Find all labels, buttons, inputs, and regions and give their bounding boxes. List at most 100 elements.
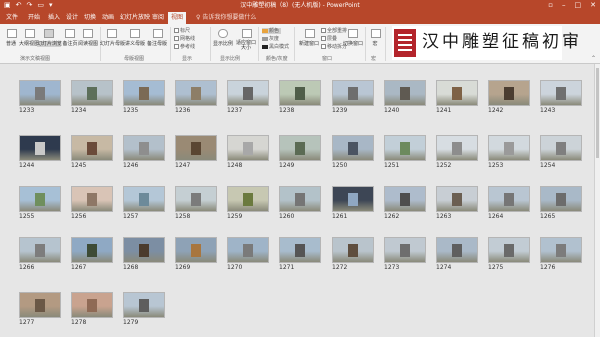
slide-thumbnail[interactable]: 1240: [384, 80, 426, 114]
slide-thumbnail[interactable]: 1272: [332, 237, 374, 271]
handout-master-button[interactable]: 讲义母版: [124, 41, 146, 47]
slide-thumbnail[interactable]: 1263: [436, 186, 478, 220]
slide-thumbnail[interactable]: 1261: [332, 186, 374, 220]
slide-preview-image: [384, 135, 426, 161]
slide-preview-image: [227, 135, 269, 161]
slide-thumbnail[interactable]: 1251: [384, 135, 426, 169]
black-white-button[interactable]: 黑白模式: [262, 44, 289, 50]
slide-thumbnail[interactable]: 1270: [227, 237, 269, 271]
slide-sorter-button[interactable]: 幻灯片浏览: [37, 41, 62, 47]
slide-thumbnail[interactable]: 1256: [71, 186, 113, 220]
sculpture-shape: [400, 142, 410, 155]
slide-number: 1275: [488, 264, 504, 271]
slide-thumbnail[interactable]: 1252: [436, 135, 478, 169]
slide-thumbnail[interactable]: 1250: [332, 135, 374, 169]
slide-thumbnail[interactable]: 1258: [175, 186, 217, 220]
slide-thumbnail[interactable]: 1253: [488, 135, 530, 169]
guides-checkbox[interactable]: 参考线: [174, 44, 195, 50]
sculpture-shape: [348, 193, 358, 206]
reading-view-button[interactable]: 阅读视图: [77, 41, 99, 47]
slide-number: 1250: [332, 162, 348, 169]
slide-thumbnail[interactable]: 1271: [279, 237, 321, 271]
slide-thumbnail[interactable]: 1278: [71, 292, 113, 326]
slide-preview-image: [123, 292, 165, 318]
slide-thumbnail[interactable]: 1254: [540, 135, 582, 169]
slide-number: 1270: [227, 264, 243, 271]
slide-thumbnail[interactable]: 1248: [227, 135, 269, 169]
slide-number: 1244: [19, 162, 35, 169]
gridlines-checkbox[interactable]: 网格线: [174, 36, 195, 42]
slide-thumbnail[interactable]: 1245: [71, 135, 113, 169]
scrollbar-thumb[interactable]: [596, 68, 599, 158]
slide-thumbnail[interactable]: 1246: [123, 135, 165, 169]
slide-thumbnail[interactable]: 1269: [175, 237, 217, 271]
close-icon[interactable]: ✕: [590, 1, 596, 10]
slide-thumbnail[interactable]: 1277: [19, 292, 61, 326]
slide-number: 1262: [384, 213, 400, 220]
tell-me-search[interactable]: ♀ 告诉我你想要做什么: [196, 13, 256, 22]
slide-preview-image: [71, 135, 113, 161]
tab-slideshow[interactable]: 幻灯片放映: [120, 13, 150, 22]
slide-thumbnail[interactable]: 1267: [71, 237, 113, 271]
slide-thumbnail[interactable]: 1262: [384, 186, 426, 220]
grayscale-button[interactable]: 灰度: [262, 36, 279, 42]
arrange-all-button[interactable]: 全部重排: [321, 28, 347, 34]
sculpture-shape: [243, 244, 253, 257]
notes-master-button[interactable]: 备注母版: [146, 41, 168, 47]
tab-animations[interactable]: 动画: [102, 13, 114, 22]
slide-thumbnail[interactable]: 1275: [488, 237, 530, 271]
slide-thumbnail[interactable]: 1266: [19, 237, 61, 271]
slide-thumbnail[interactable]: 1260: [279, 186, 321, 220]
slide-thumbnail[interactable]: 1276: [540, 237, 582, 271]
switch-windows-button[interactable]: 切换窗口: [342, 41, 364, 47]
slide-thumbnail[interactable]: 1268: [123, 237, 165, 271]
tab-transitions[interactable]: 切换: [84, 13, 96, 22]
sculpture-shape: [295, 193, 305, 206]
sculpture-shape: [243, 142, 253, 155]
cascade-button[interactable]: 层叠: [321, 36, 337, 42]
new-window-button[interactable]: 新建窗口: [298, 41, 320, 47]
slide-thumbnail[interactable]: 1241: [436, 80, 478, 114]
slide-thumbnail[interactable]: 1234: [71, 80, 113, 114]
slide-master-button[interactable]: 幻灯片母版: [100, 41, 125, 47]
tab-insert[interactable]: 插入: [48, 13, 60, 22]
slide-thumbnail[interactable]: 1259: [227, 186, 269, 220]
fit-window-button[interactable]: 适应窗口大小: [236, 41, 256, 51]
slide-thumbnail[interactable]: 1235: [123, 80, 165, 114]
slide-thumbnail[interactable]: 1236: [175, 80, 217, 114]
ribbon-display-icon[interactable]: ▫: [548, 1, 553, 10]
color-button[interactable]: 颜色: [262, 28, 282, 34]
slide-thumbnail[interactable]: 1249: [279, 135, 321, 169]
slide-thumbnail[interactable]: 1273: [384, 237, 426, 271]
slide-thumbnail[interactable]: 1242: [488, 80, 530, 114]
slide-thumbnail[interactable]: 1239: [332, 80, 374, 114]
vertical-scrollbar[interactable]: [594, 64, 600, 337]
tab-home[interactable]: 开始: [28, 13, 40, 22]
collapse-ribbon-icon[interactable]: ⌃: [591, 55, 596, 62]
slide-thumbnail[interactable]: 1244: [19, 135, 61, 169]
slide-thumbnail[interactable]: 1274: [436, 237, 478, 271]
macros-button[interactable]: 宏: [368, 41, 382, 47]
slide-thumbnail[interactable]: 1247: [175, 135, 217, 169]
slide-number: 1252: [436, 162, 452, 169]
title-bar: ▣ ↶ ↷ ▭ ▾ 汉中雕塑初稿（8）(无人机版) - PowerPoint ▫…: [0, 0, 600, 11]
ruler-checkbox[interactable]: 标尺: [174, 28, 190, 34]
slide-thumbnail[interactable]: 1238: [279, 80, 321, 114]
tab-file[interactable]: 文件: [6, 13, 18, 22]
slide-thumbnail[interactable]: 1255: [19, 186, 61, 220]
slide-number: 1254: [540, 162, 556, 169]
tab-review[interactable]: 审阅: [152, 13, 164, 22]
slide-thumbnail[interactable]: 1237: [227, 80, 269, 114]
group-window: 窗口: [322, 56, 333, 62]
slide-thumbnail[interactable]: 1264: [488, 186, 530, 220]
tab-design[interactable]: 设计: [66, 13, 78, 22]
zoom-button[interactable]: 显示比例: [212, 41, 234, 47]
slide-thumbnail[interactable]: 1257: [123, 186, 165, 220]
slide-thumbnail[interactable]: 1233: [19, 80, 61, 114]
maximize-icon[interactable]: □: [575, 1, 582, 10]
slide-thumbnail[interactable]: 1279: [123, 292, 165, 326]
slide-thumbnail[interactable]: 1243: [540, 80, 582, 114]
slide-preview-image: [332, 186, 374, 212]
slide-thumbnail[interactable]: 1265: [540, 186, 582, 220]
minimize-icon[interactable]: –: [562, 1, 566, 10]
